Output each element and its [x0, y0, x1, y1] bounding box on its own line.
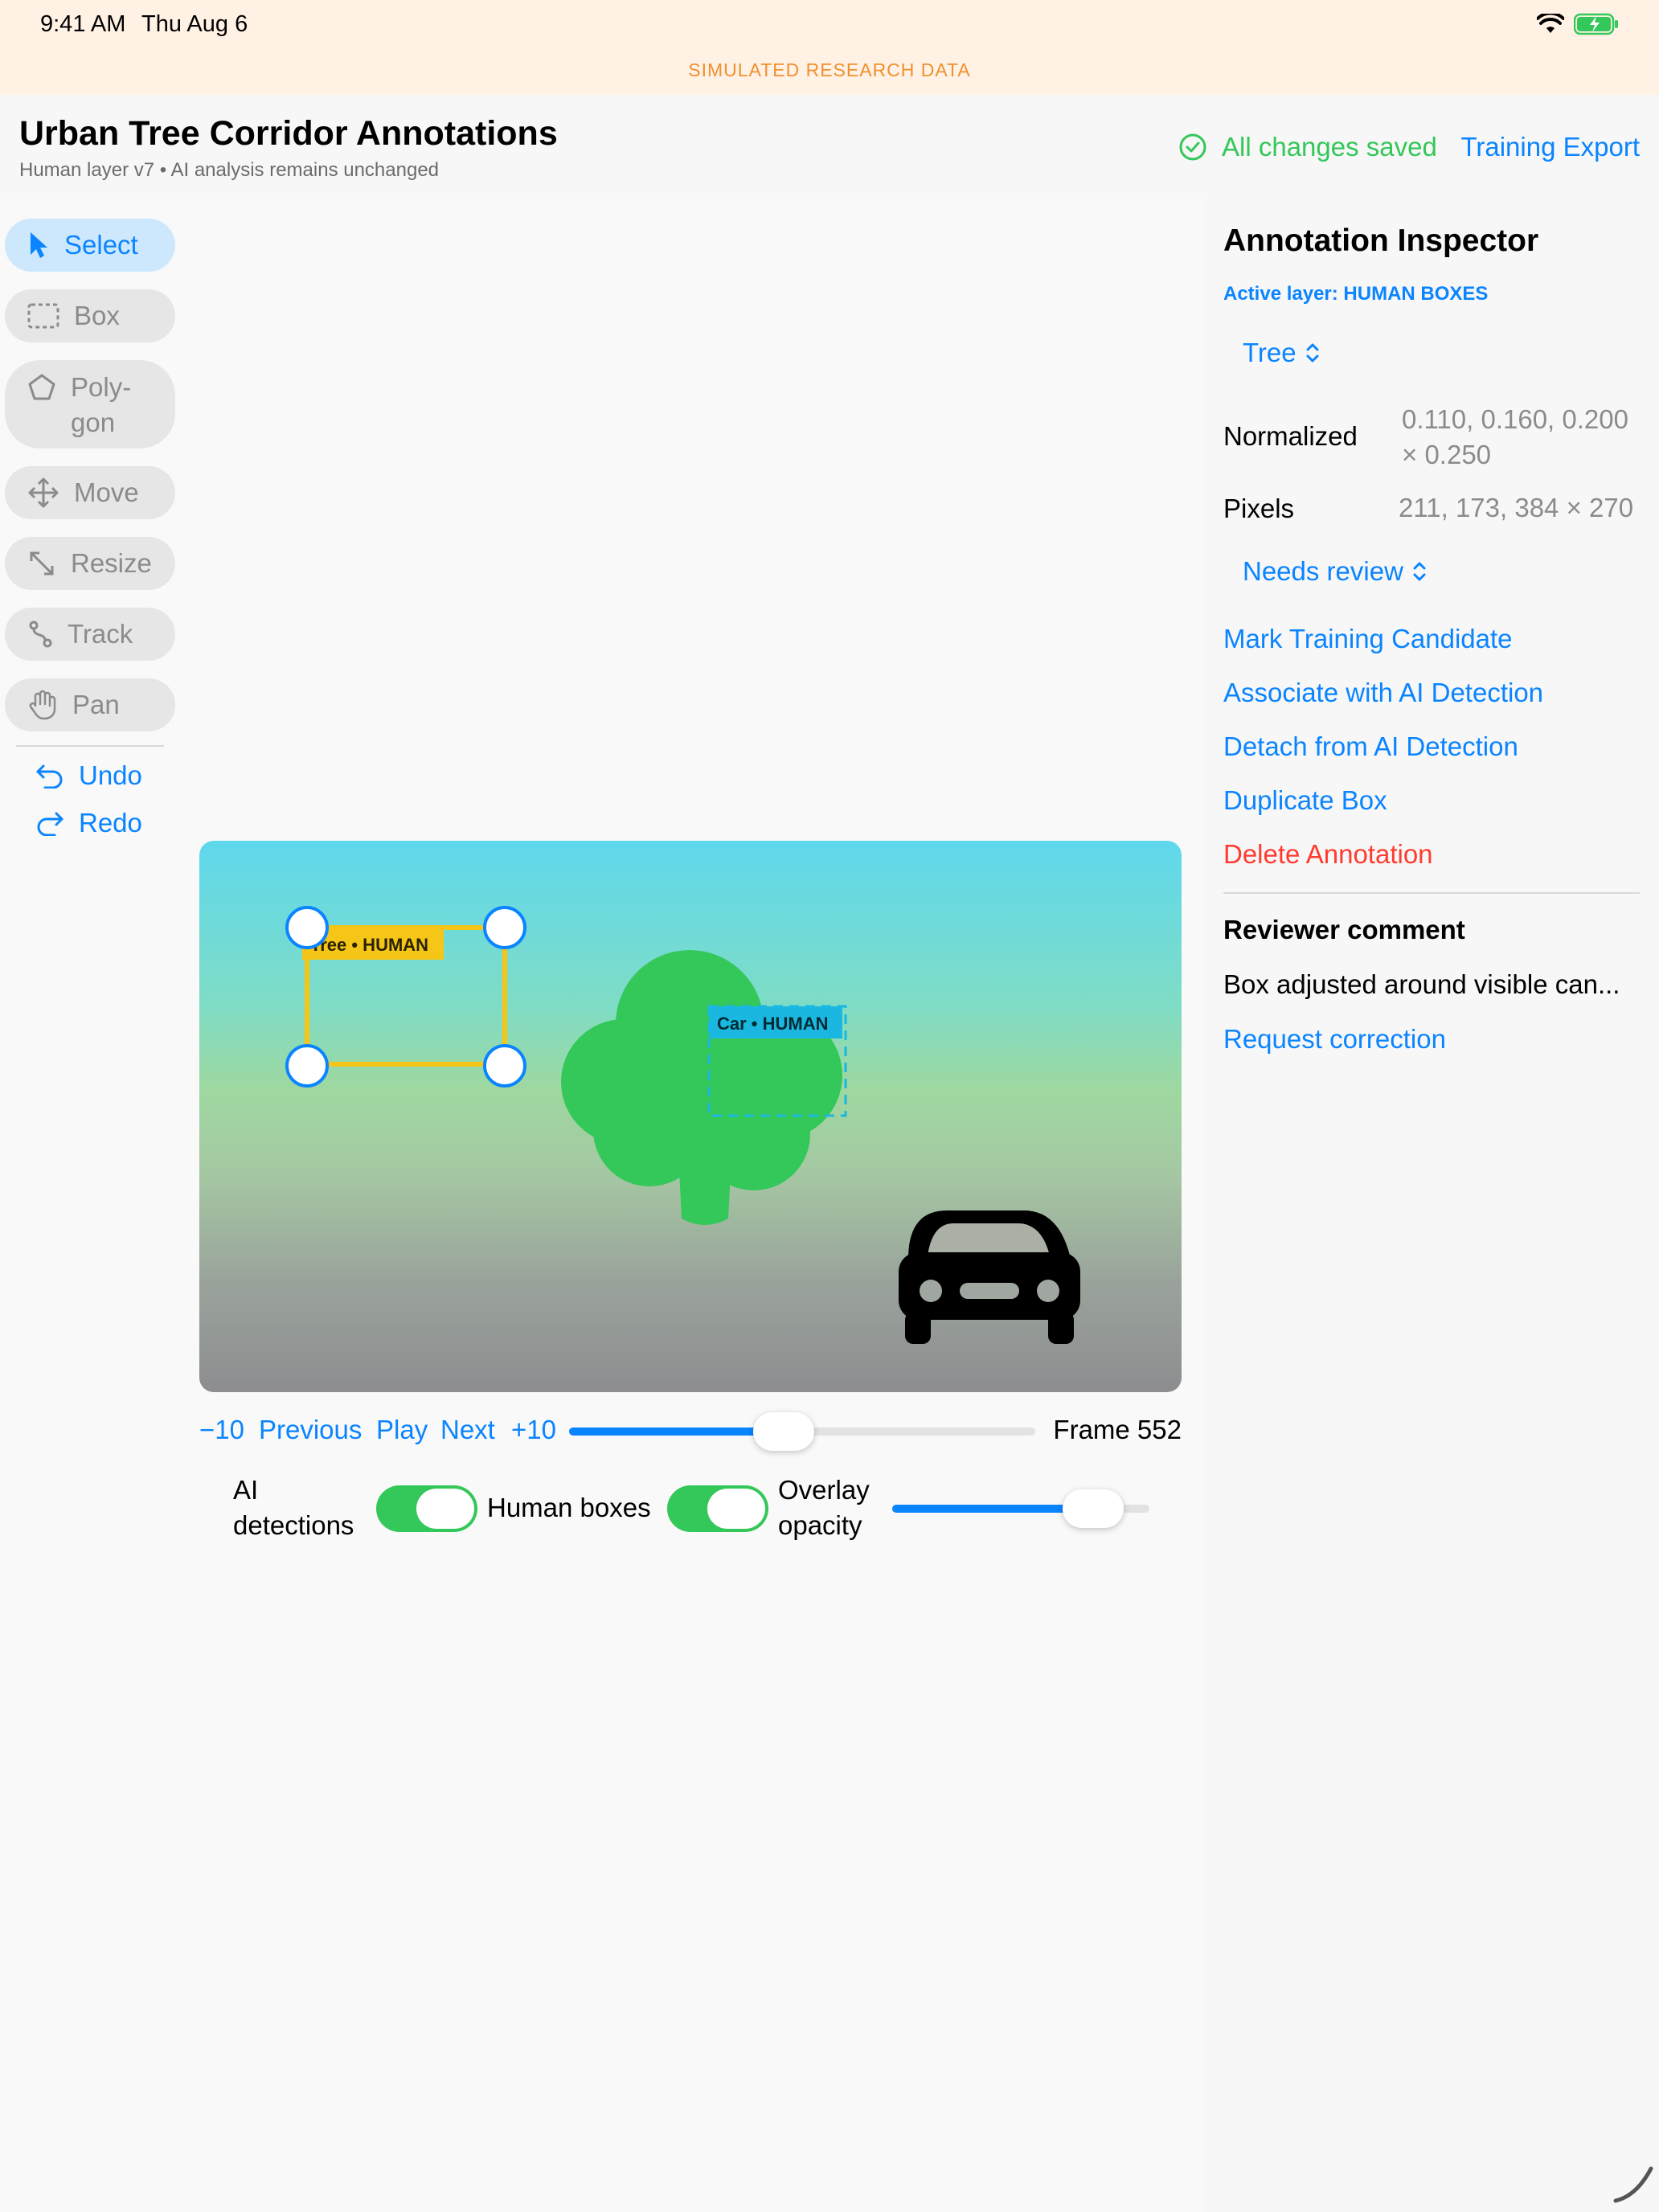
- playback-controls: −10 Previous Play Next +10 Frame 552: [199, 1412, 1182, 1451]
- resize-handle-top-right[interactable]: [483, 906, 526, 949]
- human-boxes-label: Human boxes: [487, 1493, 651, 1522]
- car-box-label: Car • HUMAN: [717, 1014, 829, 1034]
- undo-button[interactable]: Undo: [35, 760, 142, 791]
- tool-resize-label: Resize: [71, 548, 152, 578]
- tool-polygon[interactable]: Poly- gon: [5, 360, 175, 449]
- annotation-inspector: Annotation Inspector Active layer: HUMAN…: [1204, 199, 1659, 2212]
- tool-move[interactable]: Move: [5, 466, 175, 519]
- class-picker-value: Tree: [1243, 338, 1296, 367]
- associate-ai-detection-button[interactable]: Associate with AI Detection: [1223, 678, 1543, 708]
- training-export-button[interactable]: Training Export: [1460, 132, 1640, 162]
- tool-move-label: Move: [74, 477, 139, 507]
- tree-illustration: [561, 950, 842, 1225]
- layer-controls: AI detections Human boxes Overlay opacit…: [199, 1469, 1182, 1546]
- page-title: Urban Tree Corridor Annotations: [19, 114, 558, 153]
- tool-track-label: Track: [68, 619, 133, 649]
- simulated-data-banner: SIMULATED RESEARCH DATA: [688, 59, 971, 80]
- human-boxes-toggle[interactable]: [667, 1485, 768, 1532]
- reviewer-comment-title: Reviewer comment: [1223, 915, 1465, 944]
- battery-charging-icon: [1574, 13, 1618, 35]
- next-frame-button[interactable]: Next: [440, 1415, 495, 1445]
- normalized-label: Normalized: [1223, 421, 1358, 451]
- canvas-scene: Car • HUMAN Tree • HUMAN: [285, 906, 1080, 1344]
- tool-pan[interactable]: Pan: [5, 678, 175, 731]
- tool-select[interactable]: Select: [5, 219, 175, 272]
- frame-scrubber[interactable]: [569, 1412, 1035, 1451]
- review-status-picker[interactable]: Needs review: [1243, 556, 1428, 587]
- chevron-up-down-icon: [1413, 562, 1426, 581]
- pencil-stroke-icon: [1613, 2166, 1653, 2203]
- redo-label: Redo: [79, 808, 142, 838]
- tool-divider: [16, 745, 164, 747]
- frame-scrubber-fill: [569, 1428, 784, 1436]
- detach-ai-detection-button[interactable]: Detach from AI Detection: [1223, 731, 1518, 762]
- checkmark-circle-icon: [1179, 133, 1206, 161]
- pixels-value: 211, 173, 384 × 270: [1399, 493, 1634, 522]
- resize-handle-bottom-left[interactable]: [285, 1044, 329, 1088]
- undo-label: Undo: [79, 760, 142, 790]
- chevron-up-down-icon: [1306, 343, 1319, 363]
- cursor-arrow-icon: [31, 232, 47, 258]
- status-bar: 9:41 AM Thu Aug 6 SIMULATED RESEARCH DAT…: [0, 0, 1659, 95]
- tool-track[interactable]: Track: [5, 608, 175, 661]
- inspector-title: Annotation Inspector: [1223, 223, 1539, 258]
- resize-diagonal-icon: [30, 551, 54, 576]
- overlay-opacity-label: Overlay opacity: [778, 1475, 870, 1540]
- frame-scrubber-thumb[interactable]: [753, 1412, 814, 1451]
- pixels-label: Pixels: [1223, 494, 1295, 523]
- save-status-label: All changes saved: [1222, 132, 1437, 162]
- forward-10-button[interactable]: +10: [511, 1415, 556, 1445]
- status-date: Thu Aug 6: [141, 11, 248, 37]
- request-correction-button[interactable]: Request correction: [1223, 1024, 1446, 1055]
- car-illustration: [899, 1210, 1080, 1344]
- ai-detections-label: AI detections: [233, 1475, 354, 1540]
- pentagon-icon: [28, 374, 55, 400]
- resize-handle-bottom-right[interactable]: [483, 1044, 526, 1088]
- save-status: All changes saved: [1178, 132, 1437, 162]
- back-10-button[interactable]: −10: [199, 1415, 244, 1445]
- status-time: 9:41 AM: [40, 11, 126, 37]
- tool-pan-label: Pan: [72, 690, 120, 719]
- tool-polygon-label: Poly- gon: [71, 372, 132, 437]
- mark-training-candidate-button[interactable]: Mark Training Candidate: [1223, 624, 1513, 654]
- tool-resize[interactable]: Resize: [5, 537, 175, 590]
- tool-select-label: Select: [64, 230, 138, 260]
- normalized-value: 0.110, 0.160, 0.200 × 0.250: [1402, 404, 1628, 469]
- overlay-opacity-thumb[interactable]: [1063, 1489, 1124, 1528]
- annotation-canvas[interactable]: Car • HUMAN Tree • HUMAN: [199, 841, 1182, 1392]
- status-icons: [1537, 13, 1619, 35]
- ai-detections-toggle-knob: [416, 1489, 474, 1529]
- page-subtitle: Human layer v7 • AI analysis remains unc…: [19, 159, 440, 181]
- reviewer-comment-text: Box adjusted around visible can...: [1223, 969, 1620, 999]
- duplicate-box-button[interactable]: Duplicate Box: [1223, 785, 1387, 816]
- move-arrows-icon: [28, 477, 59, 508]
- redo-button[interactable]: Redo: [35, 808, 142, 838]
- tool-box[interactable]: Box: [5, 289, 175, 342]
- inspector-divider: [1223, 892, 1640, 894]
- ai-detections-toggle[interactable]: [376, 1485, 477, 1532]
- previous-frame-button[interactable]: Previous: [259, 1415, 362, 1445]
- tool-box-label: Box: [74, 301, 120, 330]
- play-button[interactable]: Play: [376, 1415, 428, 1445]
- wifi-icon: [1537, 14, 1564, 33]
- tool-palette: Select Box Poly- gon Move Resize Track P…: [5, 219, 175, 749]
- redo-arrow-icon: [37, 812, 63, 836]
- human-boxes-toggle-knob: [707, 1489, 765, 1529]
- class-picker[interactable]: Tree: [1243, 338, 1321, 368]
- delete-annotation-button[interactable]: Delete Annotation: [1223, 839, 1433, 870]
- document-header: Urban Tree Corridor Annotations Human la…: [0, 95, 1659, 199]
- frame-number: Frame 552: [1053, 1415, 1182, 1444]
- track-path-icon: [29, 621, 52, 648]
- resize-handle-top-left[interactable]: [285, 906, 329, 949]
- tree-box-label: Tree • HUMAN: [310, 935, 428, 955]
- review-status-value: Needs review: [1243, 556, 1403, 586]
- undo-arrow-icon: [36, 764, 63, 789]
- active-layer-label: Active layer: HUMAN BOXES: [1223, 283, 1489, 305]
- dashed-rectangle-icon: [27, 303, 59, 329]
- overlay-opacity-slider[interactable]: [892, 1489, 1149, 1528]
- hand-icon: [29, 690, 56, 720]
